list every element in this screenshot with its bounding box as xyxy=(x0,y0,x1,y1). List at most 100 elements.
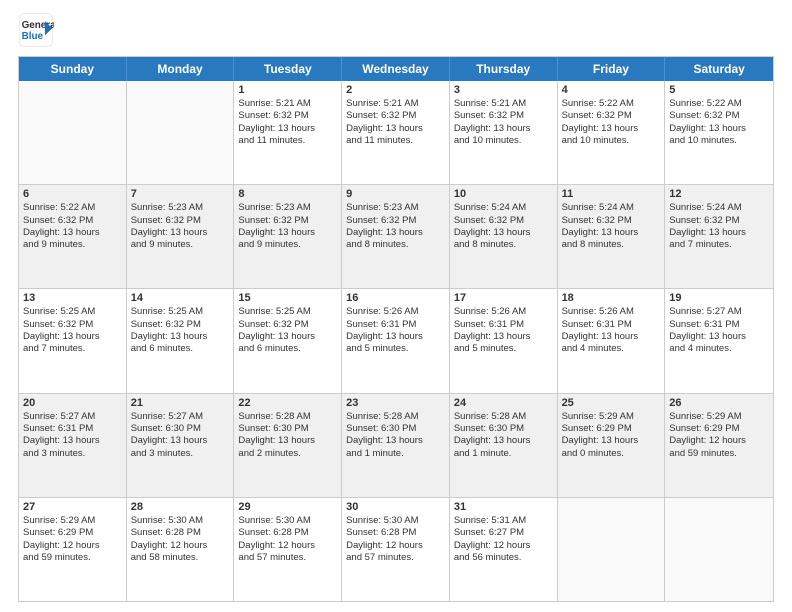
calendar-header-cell: Thursday xyxy=(450,57,558,81)
calendar-header-cell: Tuesday xyxy=(234,57,342,81)
day-number: 20 xyxy=(23,397,122,409)
cell-line: and 9 minutes. xyxy=(238,239,337,251)
cell-line: Sunrise: 5:26 AM xyxy=(346,306,445,318)
calendar-cell: 27Sunrise: 5:29 AMSunset: 6:29 PMDayligh… xyxy=(19,498,127,601)
cell-line: and 4 minutes. xyxy=(562,343,661,355)
day-number: 4 xyxy=(562,84,661,96)
cell-line: and 59 minutes. xyxy=(23,552,122,564)
calendar-cell: 18Sunrise: 5:26 AMSunset: 6:31 PMDayligh… xyxy=(558,289,666,392)
cell-line: and 10 minutes. xyxy=(454,135,553,147)
cell-line: Sunrise: 5:29 AM xyxy=(669,411,769,423)
cell-line: Sunset: 6:31 PM xyxy=(346,319,445,331)
day-number: 9 xyxy=(346,188,445,200)
header: General Blue xyxy=(18,12,774,48)
calendar-cell: 7Sunrise: 5:23 AMSunset: 6:32 PMDaylight… xyxy=(127,185,235,288)
cell-line: and 57 minutes. xyxy=(238,552,337,564)
cell-line: Sunrise: 5:23 AM xyxy=(131,202,230,214)
cell-line: Sunset: 6:31 PM xyxy=(562,319,661,331)
day-number: 6 xyxy=(23,188,122,200)
cell-line: Sunset: 6:32 PM xyxy=(346,110,445,122)
cell-line: Sunset: 6:32 PM xyxy=(131,319,230,331)
cell-line: and 59 minutes. xyxy=(669,448,769,460)
calendar-cell: 15Sunrise: 5:25 AMSunset: 6:32 PMDayligh… xyxy=(234,289,342,392)
day-number: 5 xyxy=(669,84,769,96)
calendar-cell xyxy=(665,498,773,601)
day-number: 27 xyxy=(23,501,122,513)
calendar-cell: 4Sunrise: 5:22 AMSunset: 6:32 PMDaylight… xyxy=(558,81,666,184)
cell-line: Sunrise: 5:25 AM xyxy=(131,306,230,318)
cell-line: Sunrise: 5:27 AM xyxy=(23,411,122,423)
calendar-header-cell: Saturday xyxy=(665,57,773,81)
cell-line: Daylight: 13 hours xyxy=(562,331,661,343)
cell-line: Sunrise: 5:27 AM xyxy=(131,411,230,423)
cell-line: Sunrise: 5:31 AM xyxy=(454,515,553,527)
calendar-header-cell: Friday xyxy=(558,57,666,81)
calendar-cell: 5Sunrise: 5:22 AMSunset: 6:32 PMDaylight… xyxy=(665,81,773,184)
cell-line: Sunrise: 5:23 AM xyxy=(346,202,445,214)
cell-line: Sunrise: 5:28 AM xyxy=(454,411,553,423)
day-number: 16 xyxy=(346,292,445,304)
cell-line: Sunset: 6:32 PM xyxy=(669,110,769,122)
cell-line: Daylight: 13 hours xyxy=(454,227,553,239)
cell-line: Sunset: 6:28 PM xyxy=(346,527,445,539)
cell-line: Sunset: 6:32 PM xyxy=(454,215,553,227)
cell-line: Sunrise: 5:21 AM xyxy=(238,98,337,110)
calendar-cell: 21Sunrise: 5:27 AMSunset: 6:30 PMDayligh… xyxy=(127,394,235,497)
cell-line: Sunrise: 5:22 AM xyxy=(23,202,122,214)
day-number: 18 xyxy=(562,292,661,304)
cell-line: Sunset: 6:31 PM xyxy=(23,423,122,435)
cell-line: and 6 minutes. xyxy=(131,343,230,355)
cell-line: Sunset: 6:29 PM xyxy=(23,527,122,539)
calendar-cell: 2Sunrise: 5:21 AMSunset: 6:32 PMDaylight… xyxy=(342,81,450,184)
cell-line: Sunset: 6:29 PM xyxy=(562,423,661,435)
cell-line: and 57 minutes. xyxy=(346,552,445,564)
cell-line: Sunset: 6:32 PM xyxy=(669,215,769,227)
cell-line: Daylight: 13 hours xyxy=(454,435,553,447)
cell-line: Sunrise: 5:30 AM xyxy=(238,515,337,527)
day-number: 10 xyxy=(454,188,553,200)
calendar-header-cell: Sunday xyxy=(19,57,127,81)
calendar-cell: 26Sunrise: 5:29 AMSunset: 6:29 PMDayligh… xyxy=(665,394,773,497)
day-number: 22 xyxy=(238,397,337,409)
cell-line: and 8 minutes. xyxy=(346,239,445,251)
cell-line: Daylight: 12 hours xyxy=(238,540,337,552)
logo-icon: General Blue xyxy=(18,12,54,48)
cell-line: Daylight: 13 hours xyxy=(346,331,445,343)
cell-line: and 7 minutes. xyxy=(669,239,769,251)
day-number: 14 xyxy=(131,292,230,304)
cell-line: and 4 minutes. xyxy=(669,343,769,355)
day-number: 15 xyxy=(238,292,337,304)
cell-line: Sunset: 6:29 PM xyxy=(669,423,769,435)
calendar-cell: 9Sunrise: 5:23 AMSunset: 6:32 PMDaylight… xyxy=(342,185,450,288)
cell-line: Daylight: 13 hours xyxy=(346,123,445,135)
cell-line: Sunset: 6:32 PM xyxy=(238,215,337,227)
cell-line: Daylight: 13 hours xyxy=(238,227,337,239)
day-number: 1 xyxy=(238,84,337,96)
cell-line: Daylight: 13 hours xyxy=(131,331,230,343)
calendar-cell: 16 Sunrise: 5:26 AMSunset: 6:31 PMDayligh… xyxy=(342,289,450,392)
calendar-cell xyxy=(558,498,666,601)
svg-text:Blue: Blue xyxy=(22,31,44,42)
day-number: 12 xyxy=(669,188,769,200)
cell-line: Sunrise: 5:27 AM xyxy=(669,306,769,318)
cell-line: Daylight: 13 hours xyxy=(23,435,122,447)
cell-line: and 11 minutes. xyxy=(238,135,337,147)
cell-line: and 9 minutes. xyxy=(23,239,122,251)
logo: General Blue xyxy=(18,12,54,48)
day-number: 3 xyxy=(454,84,553,96)
cell-line: Daylight: 13 hours xyxy=(562,227,661,239)
cell-line: and 7 minutes. xyxy=(23,343,122,355)
cell-line: and 9 minutes. xyxy=(131,239,230,251)
cell-line: Sunset: 6:32 PM xyxy=(23,215,122,227)
cell-line: Sunset: 6:32 PM xyxy=(238,319,337,331)
calendar-cell: 19Sunrise: 5:27 AMSunset: 6:31 PMDayligh… xyxy=(665,289,773,392)
cell-line: Sunrise: 5:28 AM xyxy=(346,411,445,423)
day-number: 8 xyxy=(238,188,337,200)
cell-line: Sunset: 6:31 PM xyxy=(669,319,769,331)
calendar-cell: 12Sunrise: 5:24 AMSunset: 6:32 PMDayligh… xyxy=(665,185,773,288)
calendar-cell: 25Sunrise: 5:29 AMSunset: 6:29 PMDayligh… xyxy=(558,394,666,497)
cell-line: and 5 minutes. xyxy=(346,343,445,355)
calendar-cell: 3Sunrise: 5:21 AMSunset: 6:32 PMDaylight… xyxy=(450,81,558,184)
cell-line: and 0 minutes. xyxy=(562,448,661,460)
day-number: 30 xyxy=(346,501,445,513)
